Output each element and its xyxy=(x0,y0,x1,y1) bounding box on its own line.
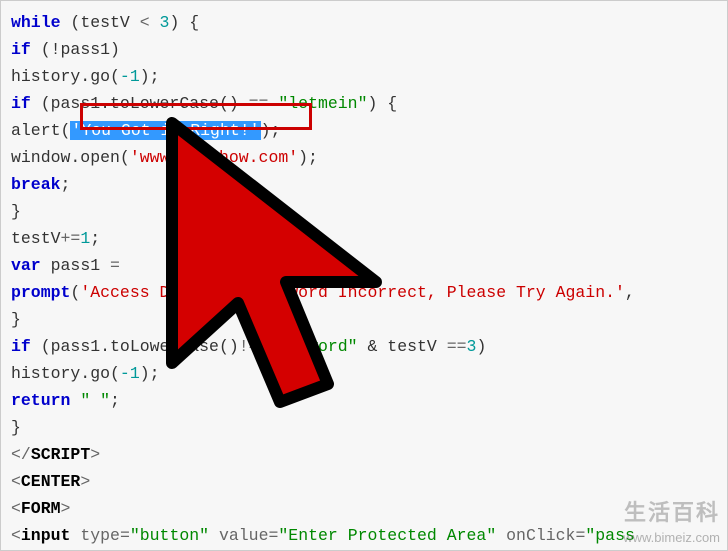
code-line-6: window.open('www.wikihow.com'); xyxy=(11,148,318,167)
watermark-url: www.bimeiz.com xyxy=(623,530,720,545)
code-line-19: <FORM> xyxy=(11,499,70,518)
selected-text: 'You Got it Right!' xyxy=(70,121,260,140)
code-line-16: } xyxy=(11,418,21,437)
code-line-4: if (pass1.toLowerCase() == "letmein") { xyxy=(11,94,397,113)
code-line-13: if (pass1.toLowerCase()!="password" & te… xyxy=(11,337,486,356)
code-line-17: </SCRIPT> xyxy=(11,445,100,464)
code-line-20: <input type="button" value="Enter Protec… xyxy=(11,526,635,545)
code-line-7: break; xyxy=(11,175,70,194)
code-line-5: alert('You Got it Right!'); xyxy=(11,121,280,140)
code-block: while (testV < 3) { if (!pass1) history.… xyxy=(0,0,728,551)
code-line-14: history.go(-1); xyxy=(11,364,160,383)
code-line-9: testV+=1; xyxy=(11,229,100,248)
code-line-15: return " "; xyxy=(11,391,120,410)
code-line-1: while (testV < 3) { xyxy=(11,13,199,32)
code-line-3: history.go(-1); xyxy=(11,67,160,86)
code-line-8: } xyxy=(11,202,21,221)
code-line-11: prompt('Access Denied - Password Incorre… xyxy=(11,283,635,302)
code-line-2: if (!pass1) xyxy=(11,40,120,59)
code-line-12: } xyxy=(11,310,21,329)
watermark-logo: 生活百科 xyxy=(624,495,720,527)
code-line-10: var pass1 = xyxy=(11,256,120,275)
code-line-18: <CENTER> xyxy=(11,472,90,491)
